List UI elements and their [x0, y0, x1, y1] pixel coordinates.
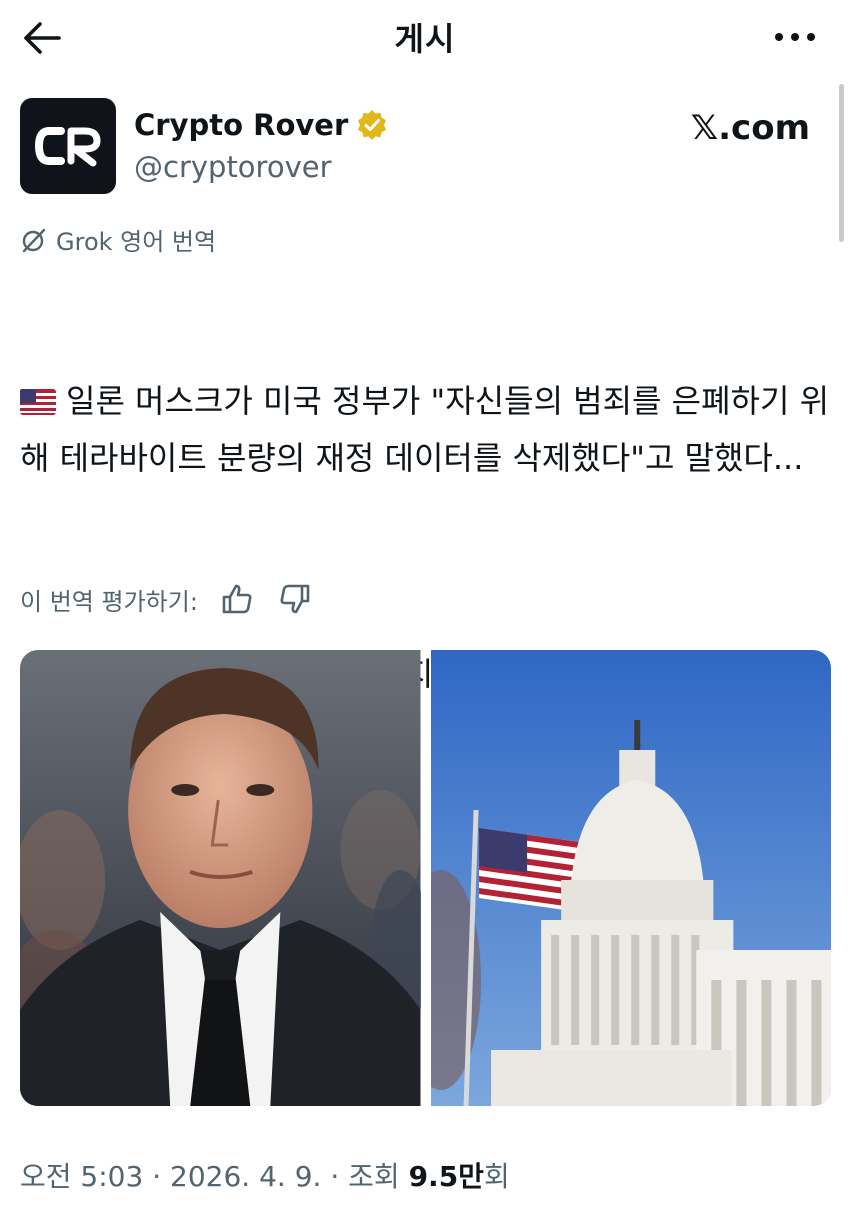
thumbs-down-button[interactable] — [276, 580, 314, 618]
page-title: 게시 — [394, 20, 456, 58]
post-date: 2026. 4. 9. — [170, 1160, 322, 1193]
separator-dot: · — [152, 1160, 171, 1193]
post-time: 오전 5:03 — [20, 1160, 144, 1193]
grok-translation-label[interactable]: Grok 영어 번역 — [20, 222, 216, 257]
views-suffix: 회 — [483, 1160, 510, 1193]
more-icon — [775, 33, 815, 41]
views-label: 조회 — [348, 1160, 400, 1193]
tweet-meta: 오전 5:03 · 2026. 4. 9. · 조회 9.5만회 — [20, 1155, 510, 1195]
crypto-rover-logo — [34, 127, 101, 167]
avatar[interactable] — [20, 98, 116, 194]
thumbs-up-button[interactable] — [218, 580, 256, 618]
tweet-paragraph-1: 일론 머스크가 미국 정부가 "자신들의 범죄를 은폐하기 위해 테라바이트 분… — [20, 374, 832, 485]
scrollbar[interactable] — [839, 84, 844, 242]
more-options-button[interactable] — [770, 22, 820, 52]
site-watermark: 𝕏.com — [690, 108, 810, 148]
capitol-image — [400, 650, 831, 1106]
display-name-text: Crypto Rover — [134, 108, 349, 142]
us-flag-emoji-icon — [20, 377, 56, 431]
verified-badge-icon — [358, 110, 387, 140]
rate-translation-label: 이 번역 평가하기: — [20, 587, 198, 616]
user-handle[interactable]: @cryptorover — [134, 150, 332, 184]
person-photo[interactable] — [20, 650, 431, 1106]
grok-translation-text: Grok 영어 번역 — [56, 228, 217, 256]
separator-dot: · — [330, 1160, 349, 1193]
capitol-photo[interactable] — [400, 650, 831, 1106]
thumbs-up-icon — [222, 584, 252, 614]
grok-icon — [22, 228, 46, 252]
top-bar: 게시 — [0, 0, 850, 76]
views-count[interactable]: 9.5만 — [409, 1160, 484, 1193]
thumbs-down-icon — [280, 584, 310, 614]
display-name[interactable]: Crypto Rover — [134, 108, 388, 142]
tweet-paragraph-1-text: 일론 머스크가 미국 정부가 "자신들의 범죄를 은폐하기 위해 테라바이트 분… — [20, 382, 830, 477]
person-image — [20, 650, 431, 1106]
rate-translation-row: 이 번역 평가하기: — [20, 580, 314, 618]
media-grid — [20, 650, 831, 1106]
